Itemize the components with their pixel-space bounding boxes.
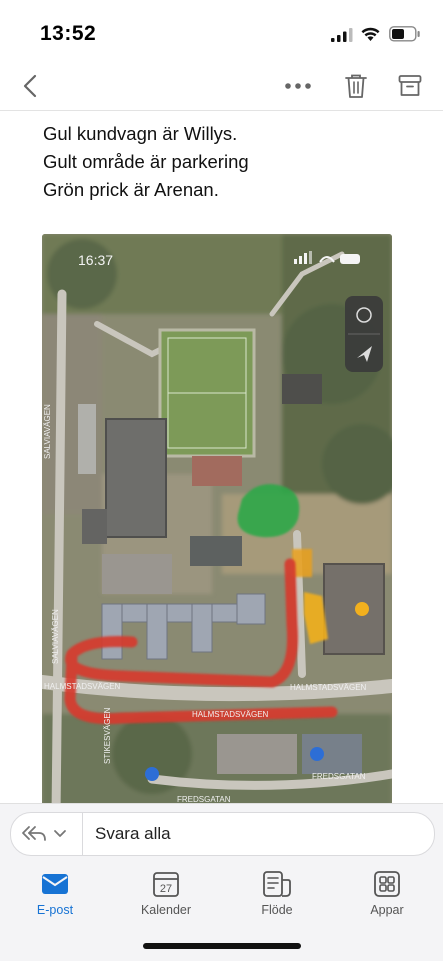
chevron-left-icon: [23, 74, 37, 98]
street-label: HALMSTADSVÄGEN: [192, 710, 269, 719]
signal-icon: [331, 28, 353, 42]
tab-label: Appar: [370, 903, 404, 917]
tab-label: E-post: [36, 903, 74, 917]
apps-icon: [374, 871, 400, 897]
delete-button[interactable]: [340, 68, 372, 104]
reply-divider: [82, 813, 83, 855]
archive-button[interactable]: [394, 68, 426, 104]
mail-toolbar: [0, 62, 443, 111]
tab-feed[interactable]: Flöde: [232, 868, 322, 917]
more-button[interactable]: [282, 72, 314, 100]
tab-apps[interactable]: Appar: [342, 868, 432, 917]
mail-icon: [42, 874, 68, 894]
battery-icon: [389, 26, 420, 42]
attached-map-image[interactable]: 16:37 SALVIAVÄGEN SALVIAVÄGEN HALMSTADSV…: [42, 234, 392, 814]
chevron-down-icon: [54, 830, 66, 837]
calendar-day: 27: [160, 883, 172, 895]
message-line: Gult område är parkering: [43, 151, 249, 172]
street-label: FREDSGATAN: [312, 772, 366, 781]
bottom-panel: Svara alla E-post 27 Kalender Flöde Appa…: [0, 803, 443, 961]
street-label: SALVIAVÄGEN: [43, 404, 52, 459]
more-dots-icon: [285, 83, 311, 89]
reply-all-options-button[interactable]: [21, 821, 73, 847]
archive-icon: [398, 75, 422, 96]
feed-icon: [263, 871, 291, 897]
tab-label: Flöde: [261, 903, 293, 917]
back-button[interactable]: [14, 68, 46, 104]
tab-calendar[interactable]: 27 Kalender: [121, 868, 211, 917]
reply-all-bar[interactable]: Svara alla: [10, 812, 435, 856]
map-inner-time: 16:37: [78, 252, 113, 268]
street-label: STIKESVÄGEN: [103, 707, 112, 764]
status-bar: 13:52: [0, 0, 443, 60]
wifi-icon: [361, 27, 380, 41]
tab-mail[interactable]: E-post: [10, 868, 100, 917]
message-line: Gul kundvagn är Willys.: [43, 123, 238, 144]
calendar-icon: 27: [153, 872, 179, 897]
trash-icon: [345, 74, 367, 98]
tab-bar: E-post 27 Kalender Flöde Appar: [0, 868, 443, 928]
message-body: Gul kundvagn är Willys. Gult område är p…: [43, 120, 249, 204]
street-label: HALMSTADSVÄGEN: [44, 682, 121, 691]
street-label: HALMSTADSVÄGEN: [290, 683, 367, 692]
home-indicator[interactable]: [143, 943, 301, 949]
tab-label: Kalender: [140, 903, 192, 917]
status-time: 13:52: [40, 22, 97, 45]
reply-all-icon: [22, 826, 46, 841]
map-satellite-view: 16:37 SALVIAVÄGEN SALVIAVÄGEN HALMSTADSV…: [42, 234, 392, 814]
street-label: SALVIAVÄGEN: [51, 609, 60, 664]
reply-all-label[interactable]: Svara alla: [95, 824, 171, 844]
message-line: Grön prick är Arenan.: [43, 179, 219, 200]
